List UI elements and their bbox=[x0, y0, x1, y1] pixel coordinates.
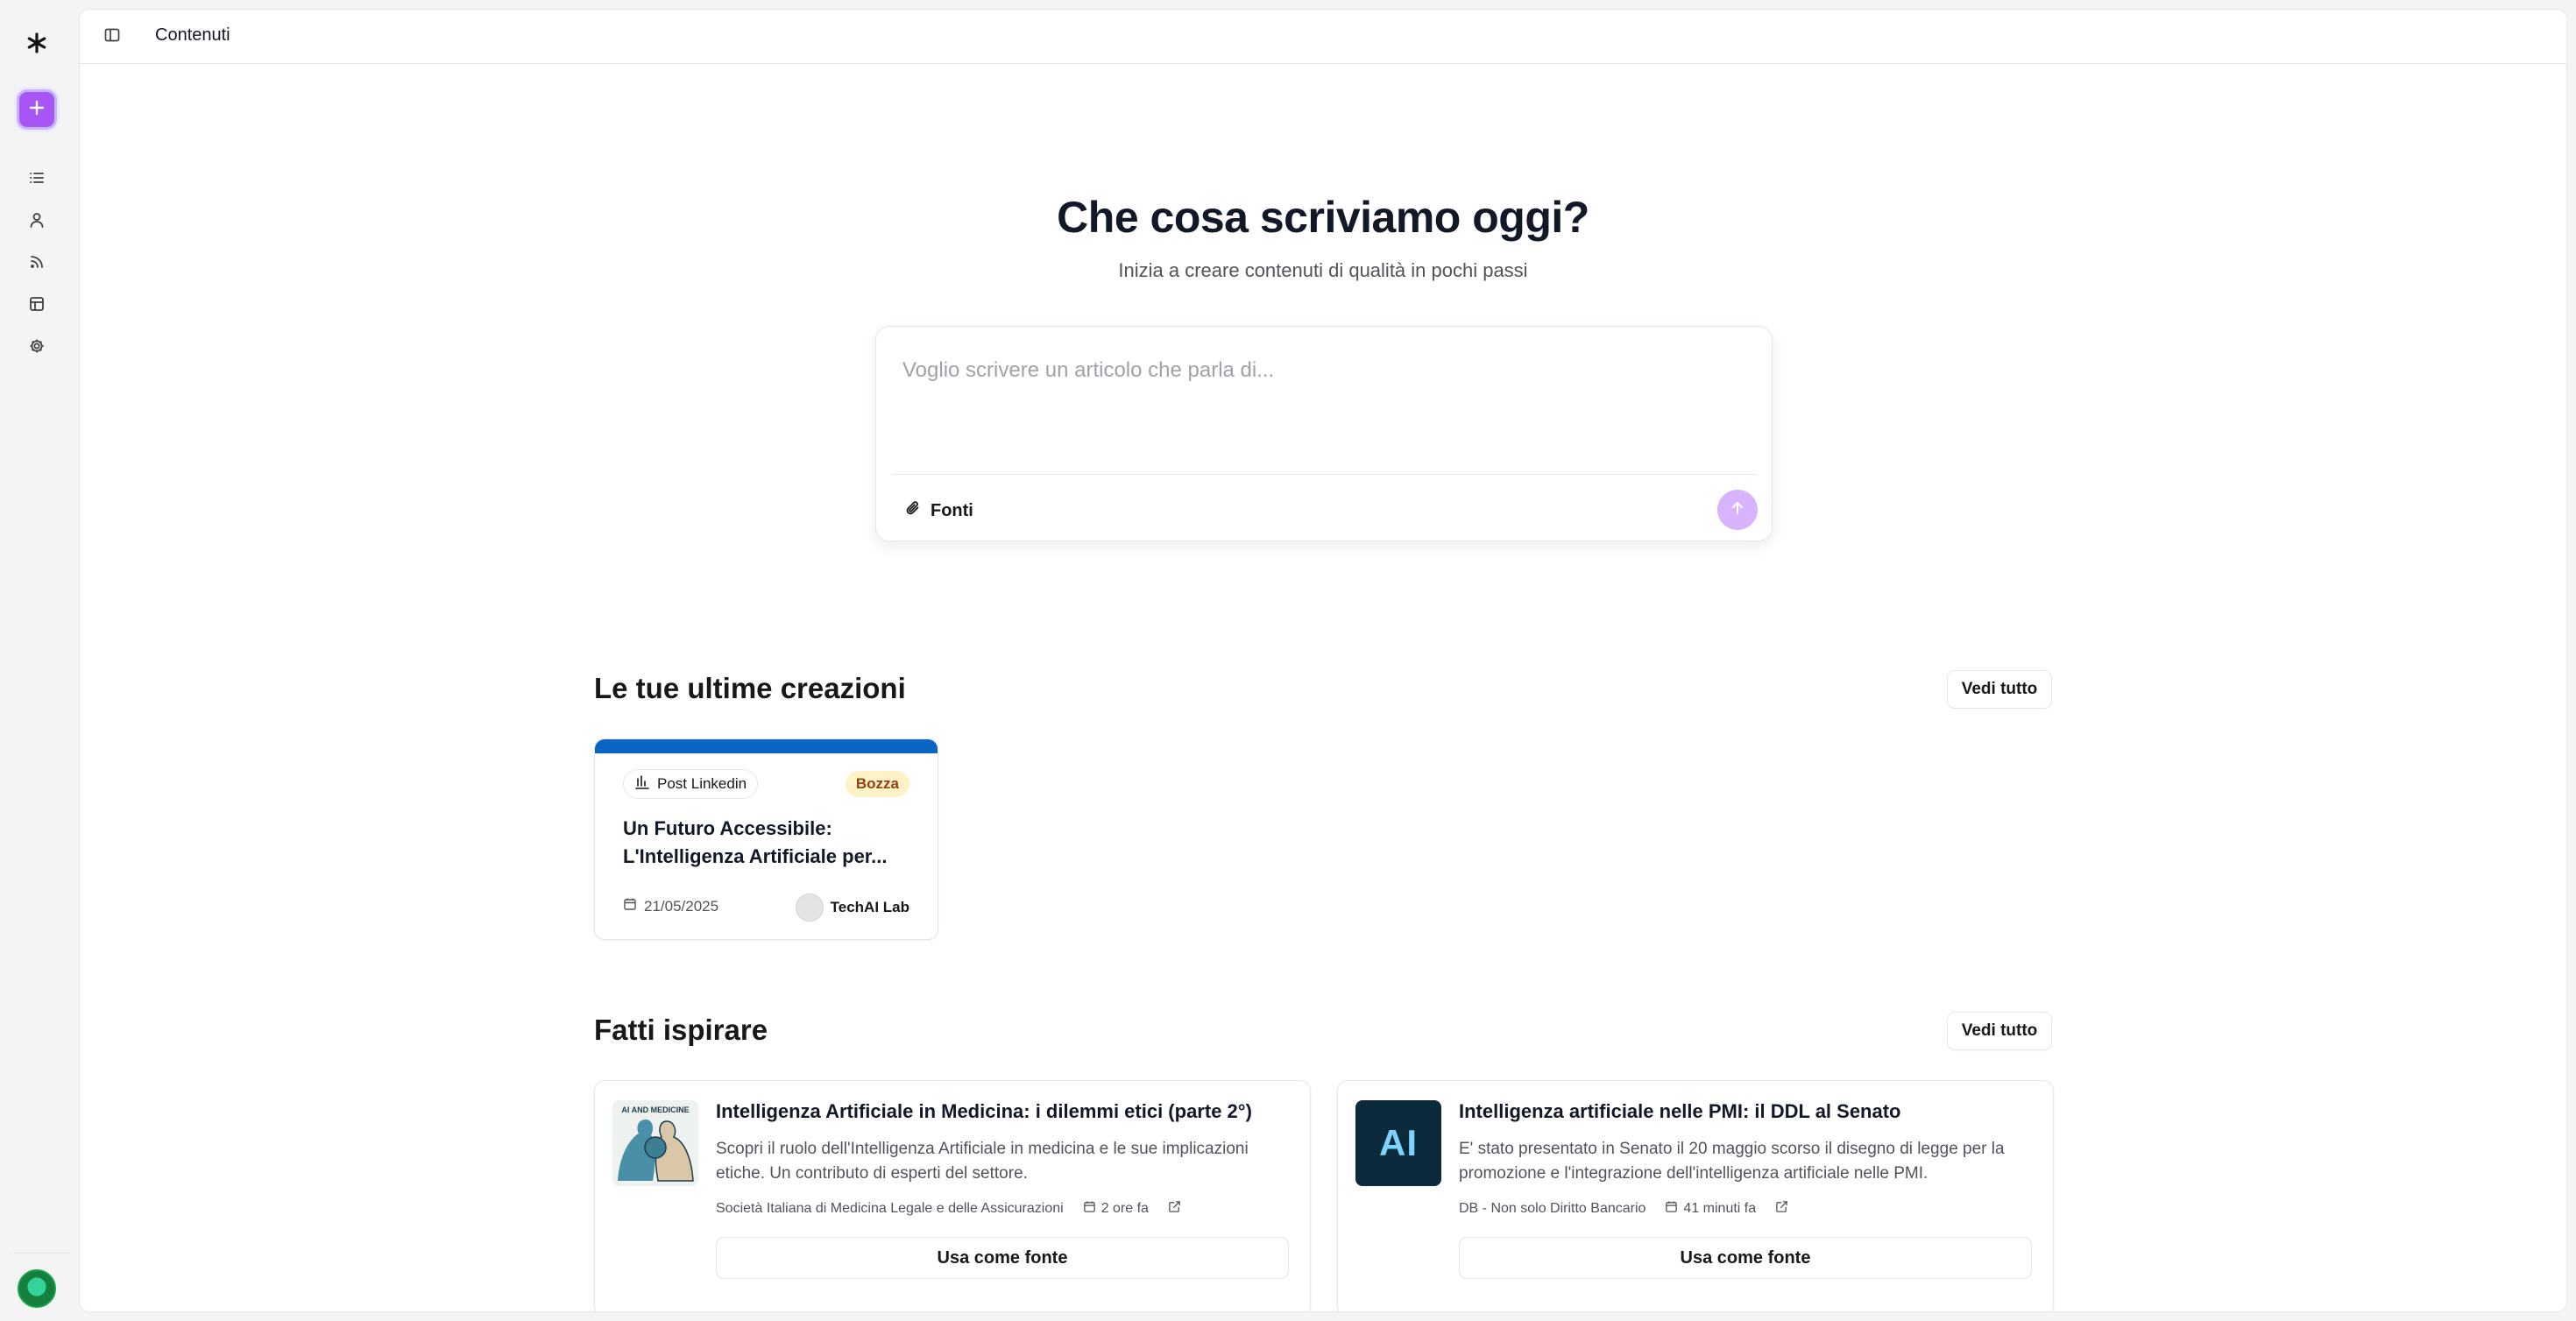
recent-see-all-button[interactable]: Vedi tutto bbox=[1947, 670, 2052, 709]
article-description: Scopri il ruolo dell'Intelligenza Artifi… bbox=[716, 1140, 1249, 1183]
new-content-button[interactable] bbox=[17, 89, 57, 130]
breadcrumb: Contenuti bbox=[155, 25, 230, 45]
article-description: E' stato presentato in Senato il 20 magg… bbox=[1459, 1140, 2005, 1183]
inspire-see-all-button[interactable]: Vedi tutto bbox=[1947, 1012, 2052, 1050]
layout-icon bbox=[28, 295, 46, 317]
owner-logo bbox=[795, 894, 824, 922]
article-title: Intelligenza artificiale nelle PMI: il D… bbox=[1459, 1100, 1901, 1122]
creation-card[interactable]: Post Linkedin Bozza Un Futuro Accessibil… bbox=[594, 738, 938, 940]
gear-icon bbox=[28, 337, 46, 359]
article-thumbnail: AI bbox=[1355, 1100, 1441, 1186]
nav-settings[interactable] bbox=[26, 337, 47, 358]
nav-feeds[interactable] bbox=[26, 253, 47, 274]
page-subtitle: Inizia a creare contenuti di qualità in … bbox=[1118, 259, 1528, 281]
article-time: 41 minuti fa bbox=[1665, 1200, 1756, 1218]
sources-label: Fonti bbox=[931, 500, 973, 520]
inspiration-card: AI AND MEDICINE Intelligenza Artificiale… bbox=[594, 1080, 1311, 1311]
calendar-icon bbox=[1665, 1200, 1678, 1218]
plus-icon bbox=[28, 99, 46, 121]
nav-contents[interactable] bbox=[26, 169, 47, 190]
owner-name: TechAI Lab bbox=[830, 899, 909, 915]
list-icon bbox=[28, 169, 46, 191]
external-link-icon[interactable] bbox=[1168, 1200, 1181, 1218]
creation-title: Un Futuro Accessibile: L'Intelligenza Ar… bbox=[623, 817, 888, 867]
article-source: Società Italiana di Medicina Legale e de… bbox=[716, 1201, 1064, 1216]
use-as-source-button[interactable]: Usa come fonte bbox=[716, 1237, 1289, 1279]
panel-left-icon bbox=[103, 26, 121, 48]
external-link-icon[interactable] bbox=[1775, 1200, 1788, 1218]
page-title: Che cosa scriviamo oggi? bbox=[1057, 193, 1589, 242]
prompt-input[interactable] bbox=[902, 358, 1744, 463]
top-bar: Contenuti bbox=[80, 10, 2566, 64]
paperclip-icon bbox=[904, 499, 922, 522]
status-badge: Bozza bbox=[845, 771, 909, 797]
article-time: 2 ore fa bbox=[1083, 1200, 1149, 1218]
thumbnail-caption: AI bbox=[1379, 1122, 1418, 1163]
thumbnail-caption: AI AND MEDICINE bbox=[621, 1106, 689, 1114]
nav-profiles[interactable] bbox=[26, 211, 47, 232]
article-time-value: 2 ore fa bbox=[1100, 1201, 1149, 1216]
article-time-value: 41 minuti fa bbox=[1683, 1201, 1757, 1216]
arrow-up-icon bbox=[1730, 500, 1745, 520]
nav-templates[interactable] bbox=[26, 295, 47, 316]
send-button[interactable] bbox=[1717, 490, 1758, 530]
content-type-label: Post Linkedin bbox=[657, 775, 747, 792]
chart-icon bbox=[634, 774, 650, 795]
avatar[interactable] bbox=[18, 1269, 56, 1308]
rss-icon bbox=[28, 253, 46, 275]
article-meta: Società Italiana di Medicina Legale e de… bbox=[716, 1200, 1181, 1218]
rail-divider bbox=[9, 1253, 70, 1254]
creation-date-value: 21/05/2025 bbox=[644, 897, 719, 915]
calendar-icon bbox=[623, 897, 637, 915]
main-panel: Contenuti Che cosa scriviamo oggi? Inizi… bbox=[79, 9, 2567, 1312]
sources-button[interactable]: Fonti bbox=[895, 493, 982, 528]
calendar-icon bbox=[1083, 1200, 1096, 1218]
composer-divider bbox=[892, 474, 1756, 475]
inspiration-card: AI Intelligenza artificiale nelle PMI: i… bbox=[1337, 1080, 2054, 1311]
creation-owner: TechAI Lab bbox=[795, 894, 909, 922]
card-color-band bbox=[595, 739, 938, 753]
article-title: Intelligenza Artificiale in Medicina: i … bbox=[716, 1100, 1252, 1122]
article-thumbnail: AI AND MEDICINE bbox=[612, 1100, 698, 1186]
user-icon bbox=[28, 211, 46, 233]
article-meta: DB - Non solo Diritto Bancario 41 minuti… bbox=[1459, 1200, 1788, 1218]
left-rail bbox=[0, 0, 79, 1321]
article-source: DB - Non solo Diritto Bancario bbox=[1459, 1201, 1646, 1216]
prompt-composer: Fonti bbox=[875, 326, 1773, 541]
content-type-chip: Post Linkedin bbox=[623, 769, 759, 799]
use-as-source-button[interactable]: Usa come fonte bbox=[1459, 1237, 2032, 1279]
creation-date: 21/05/2025 bbox=[623, 897, 718, 915]
asterisk-logo-icon[interactable] bbox=[25, 32, 48, 54]
recent-section-title: Le tue ultime creazioni bbox=[594, 672, 906, 704]
sidebar-toggle-button[interactable] bbox=[101, 25, 124, 48]
inspire-section-title: Fatti ispirare bbox=[594, 1014, 768, 1046]
